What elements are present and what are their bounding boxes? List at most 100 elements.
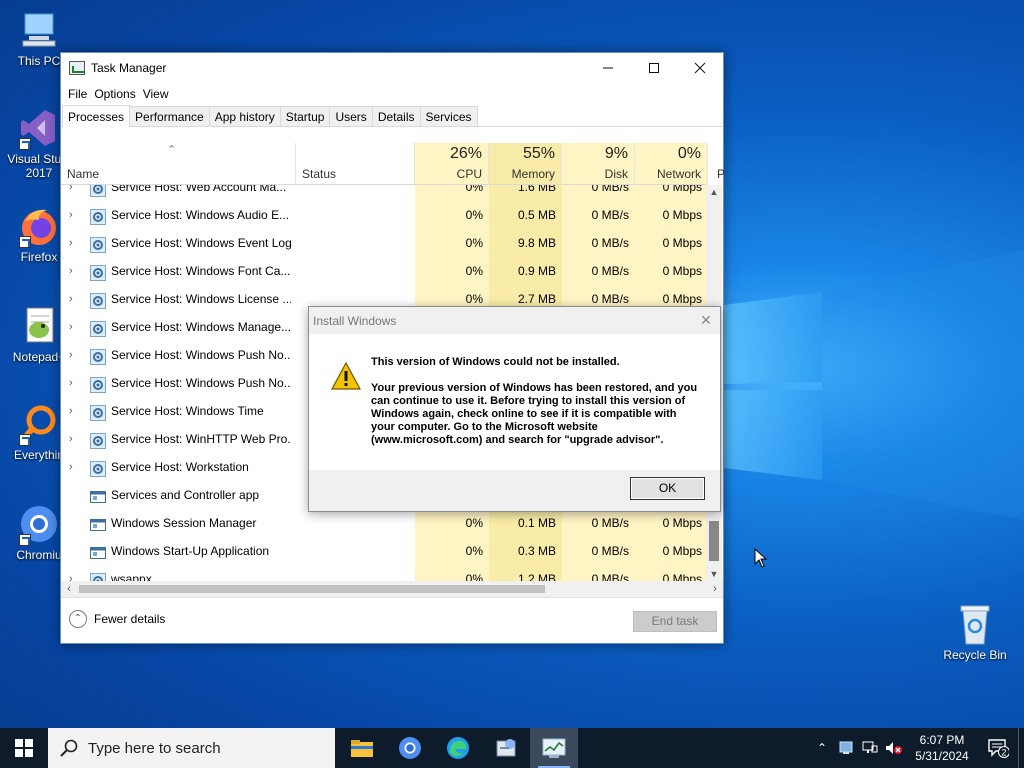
clock-time: 6:07 PM	[919, 733, 965, 747]
network-icon[interactable]	[858, 728, 882, 768]
column-memory[interactable]: 55% Memory	[489, 143, 562, 185]
expand-chevron-right-icon[interactable]: ›	[69, 453, 79, 481]
expand-chevron-right-icon[interactable]: ›	[69, 369, 79, 397]
tab-processes[interactable]: Processes	[62, 105, 131, 127]
taskbar-search-box[interactable]: Type here to search	[48, 728, 335, 768]
tab-details[interactable]: Details	[371, 106, 421, 126]
task-manager-footer: ⌃ Fewer details End task	[61, 597, 723, 643]
gear-icon	[90, 263, 106, 281]
desktop-icon-recycle-bin[interactable]: Recycle Bin	[940, 602, 1010, 662]
process-name: Service Host: Windows Push No...	[111, 376, 291, 390]
dialog-close-icon[interactable]: ✕	[692, 312, 720, 329]
ok-button[interactable]: OK	[630, 477, 705, 500]
process-row[interactable]: › Service Host: Windows Font Ca... 0% 0.9 M…	[61, 257, 707, 285]
taskbar-task-manager[interactable]	[530, 728, 578, 768]
taskbar-edge[interactable]	[434, 728, 482, 768]
process-row[interactable]: › Service Host: Windows Event Log 0% 9.8 MB…	[61, 229, 707, 257]
expand-chevron-right-icon[interactable]: ›	[69, 313, 79, 341]
dialog-title-bar[interactable]: Install Windows ✕	[309, 307, 720, 334]
expand-chevron-right-icon[interactable]: ›	[69, 565, 79, 581]
tab-startup[interactable]: Startup	[279, 106, 331, 126]
show-desktop-button[interactable]	[1018, 728, 1024, 768]
column-header-row: ⌃ Name Status 26% CPU 55% Memory 9% Disk…	[61, 143, 725, 185]
scroll-left-icon[interactable]: ‹	[61, 581, 77, 597]
column-disk[interactable]: 9% Disk	[562, 143, 635, 185]
horizontal-scroll-thumb[interactable]	[79, 585, 545, 593]
close-button[interactable]	[677, 53, 723, 83]
expand-chevron-right-icon[interactable]: ›	[69, 341, 79, 369]
tab-app-history[interactable]: App history	[208, 106, 281, 126]
maximize-button[interactable]	[631, 53, 677, 83]
column-status[interactable]: Status	[296, 143, 415, 185]
column-cpu[interactable]: 26% CPU	[415, 143, 489, 185]
computer-icon	[17, 8, 61, 52]
action-center-button[interactable]: 2	[978, 728, 1018, 768]
show-hidden-icons-chevron-up-icon[interactable]: ⌃	[810, 728, 834, 768]
dialog-title: Install Windows	[313, 313, 397, 328]
taskbar-setup[interactable]	[482, 728, 530, 768]
process-row[interactable]: › wsappx 0% 1.2 MB 0 MB/s 0 Mbps	[61, 565, 707, 581]
notepad-plus-plus-icon	[17, 304, 61, 348]
mouse-cursor-icon	[754, 548, 768, 568]
start-button[interactable]	[0, 728, 48, 768]
volume-muted-icon[interactable]	[882, 728, 906, 768]
menu-file[interactable]: File	[67, 87, 93, 101]
gear-icon	[90, 347, 106, 365]
process-name: Service Host: Windows Time	[111, 404, 264, 418]
process-row[interactable]: Windows Session Manager 0% 0.1 MB 0 MB/s 0 M…	[61, 509, 707, 537]
process-cpu: 0%	[465, 208, 483, 222]
horizontal-scrollbar[interactable]: ‹ ›	[61, 581, 723, 597]
tab-performance[interactable]: Performance	[129, 106, 210, 126]
process-memory: 0.1 MB	[517, 516, 556, 530]
title-bar[interactable]: Task Manager	[61, 53, 723, 83]
column-name[interactable]: ⌃ Name	[61, 143, 296, 185]
expand-chevron-right-icon[interactable]: ›	[69, 257, 79, 285]
maximize-icon	[649, 63, 659, 73]
taskbar-file-explorer[interactable]	[338, 728, 386, 768]
column-status-label: Status	[302, 167, 337, 181]
expand-chevron-right-icon[interactable]: ›	[69, 185, 79, 201]
expand-chevron-right-icon[interactable]: ›	[69, 285, 79, 313]
shortcut-arrow-icon	[19, 236, 31, 248]
clock-date: 5/31/2024	[915, 749, 969, 763]
process-row[interactable]: Windows Start-Up Application 0% 0.3 MB 0 MB…	[61, 537, 707, 565]
column-name-label: Name	[67, 167, 100, 181]
scroll-down-icon[interactable]: ▼	[706, 569, 722, 579]
fewer-details-button[interactable]: ⌃ Fewer details	[69, 610, 165, 628]
expand-chevron-right-icon[interactable]: ›	[69, 229, 79, 257]
scroll-right-icon[interactable]: ›	[707, 581, 723, 597]
windows-logo-icon	[15, 739, 33, 757]
sort-ascending-icon: ⌃	[167, 144, 177, 156]
process-name: Windows Session Manager	[111, 516, 257, 530]
shortcut-arrow-icon	[19, 138, 31, 150]
menu-options[interactable]: Options	[93, 87, 141, 101]
expand-chevron-right-icon[interactable]: ›	[69, 397, 79, 425]
process-memory: 0.5 MB	[517, 208, 556, 222]
expand-chevron-right-icon[interactable]: ›	[69, 201, 79, 229]
window-icon	[90, 515, 106, 531]
process-row[interactable]: › Service Host: Windows Audio E... 0% 0.5 M…	[61, 201, 707, 229]
process-row[interactable]: › Service Host: Web Account Ma... 0% 1.6 MB…	[61, 185, 707, 201]
scroll-up-icon[interactable]: ▲	[706, 187, 722, 197]
expand-chevron-right-icon[interactable]: ›	[69, 425, 79, 453]
taskbar-chromium[interactable]	[386, 728, 434, 768]
process-memory: 1.6 MB	[517, 185, 556, 194]
column-power[interactable]: P	[708, 143, 725, 185]
shortcut-arrow-icon	[19, 534, 31, 546]
process-name: Service Host: Windows Event Log	[111, 236, 291, 250]
process-network: 0 Mbps	[662, 264, 702, 278]
clock[interactable]: 6:07 PM 5/31/2024	[906, 732, 978, 764]
menu-view[interactable]: View	[142, 87, 175, 101]
dialog-message: Your previous version of Windows has bee…	[371, 382, 698, 446]
vertical-scroll-thumb[interactable]	[709, 521, 719, 561]
column-network[interactable]: 0% Network	[635, 143, 708, 185]
tab-services[interactable]: Services	[419, 106, 478, 126]
end-task-button[interactable]: End task	[633, 611, 717, 632]
minimize-button[interactable]	[585, 53, 631, 83]
tray-app-icon[interactable]	[834, 728, 858, 768]
tab-users[interactable]: Users	[329, 106, 373, 126]
system-tray: ⌃ 6:07 PM 5/31/2024 2	[810, 728, 1024, 768]
process-memory: 0.9 MB	[517, 264, 556, 278]
process-cpu: 0%	[465, 544, 483, 558]
install-windows-dialog[interactable]: Install Windows ✕ This version of Window…	[308, 306, 721, 512]
